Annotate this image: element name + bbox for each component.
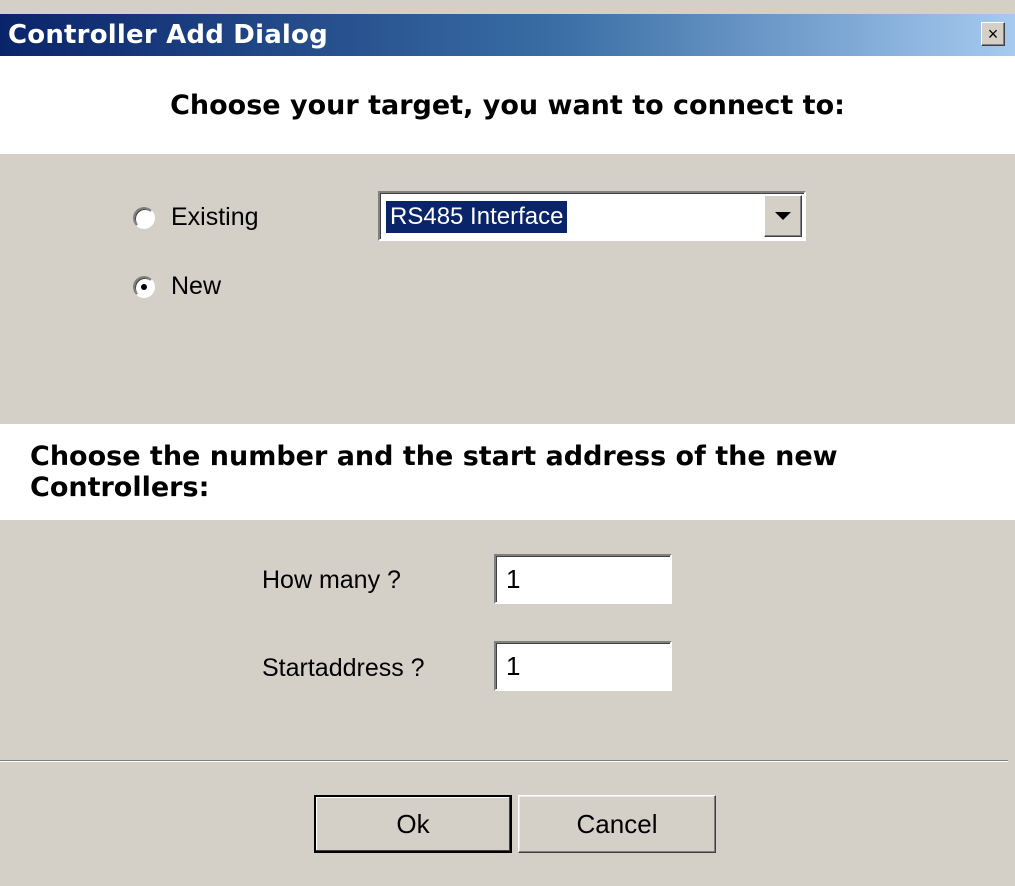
start-address-label: Startaddress ? bbox=[262, 654, 425, 682]
how-many-input[interactable]: 1 bbox=[494, 554, 672, 604]
radio-existing[interactable] bbox=[133, 206, 155, 229]
chevron-down-icon bbox=[775, 212, 791, 220]
close-icon: × bbox=[987, 24, 999, 44]
radio-existing-row[interactable]: Existing bbox=[133, 203, 259, 232]
target-combobox[interactable]: RS485 Interface bbox=[378, 191, 806, 241]
start-address-input[interactable]: 1 bbox=[494, 641, 672, 691]
controllers-heading-band: Choose the number and the start address … bbox=[0, 424, 1015, 520]
separator bbox=[0, 760, 1008, 762]
ok-button[interactable]: Ok bbox=[314, 795, 512, 853]
target-heading: Choose your target, you want to connect … bbox=[170, 89, 845, 121]
controller-add-dialog: Controller Add Dialog × Choose your targ… bbox=[0, 0, 1015, 886]
window-title: Controller Add Dialog bbox=[8, 20, 328, 50]
close-button[interactable]: × bbox=[981, 22, 1005, 46]
cancel-button[interactable]: Cancel bbox=[518, 795, 716, 853]
controllers-heading: Choose the number and the start address … bbox=[30, 441, 838, 503]
title-bar[interactable]: Controller Add Dialog × bbox=[0, 14, 1015, 56]
radio-new[interactable] bbox=[133, 275, 155, 298]
combo-dropdown-button[interactable] bbox=[764, 195, 802, 237]
radio-existing-label[interactable]: Existing bbox=[171, 203, 259, 232]
target-heading-band: Choose your target, you want to connect … bbox=[0, 56, 1015, 154]
how-many-label: How many ? bbox=[262, 566, 401, 594]
combo-selected-value[interactable]: RS485 Interface bbox=[386, 201, 568, 233]
radio-new-row[interactable]: New bbox=[133, 272, 221, 301]
radio-new-label[interactable]: New bbox=[171, 272, 221, 301]
